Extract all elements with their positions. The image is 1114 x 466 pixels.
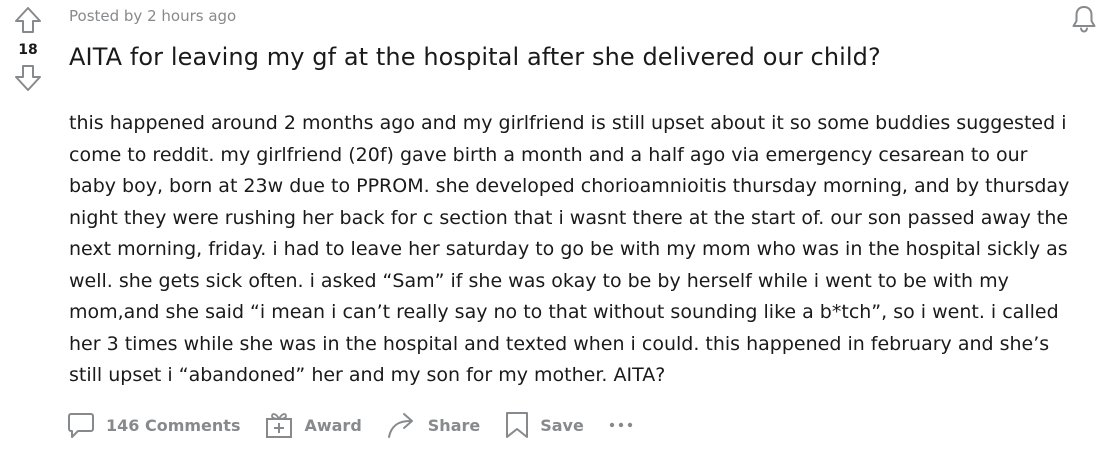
vote-score: 18 <box>18 42 38 58</box>
post-title[interactable]: AITA for leaving my gf at the hospital a… <box>69 41 1074 73</box>
gift-icon <box>264 410 294 440</box>
comments-label: 146 Comments <box>106 415 241 435</box>
arrow-up-outline-icon <box>15 7 41 33</box>
notification-bell-button[interactable] <box>1068 4 1100 34</box>
comment-bubble-icon <box>66 410 96 440</box>
arrow-down-outline-icon <box>15 65 41 91</box>
more-dots-icon <box>609 422 633 428</box>
share-button[interactable]: Share <box>386 410 480 440</box>
share-label: Share <box>427 415 481 435</box>
save-label: Save <box>540 415 584 435</box>
comments-button[interactable]: 146 Comments <box>66 410 240 440</box>
post-body: this happened around 2 months ago and my… <box>69 112 1070 386</box>
post: Posted by 2 hours ago AITA for leaving m… <box>69 0 1074 392</box>
upvote-button[interactable] <box>12 4 44 36</box>
vote-column: 18 <box>0 0 56 94</box>
award-label: Award <box>304 415 362 435</box>
post-actions: 146 Comments Award Share Save <box>66 404 634 446</box>
bookmark-icon <box>504 410 530 440</box>
share-arrow-icon <box>386 410 418 440</box>
post-meta: Posted by 2 hours ago <box>69 7 237 25</box>
more-options-button[interactable] <box>608 420 634 430</box>
award-button[interactable]: Award <box>264 410 362 440</box>
save-button[interactable]: Save <box>504 410 584 440</box>
bell-icon <box>1072 6 1096 33</box>
downvote-button[interactable] <box>12 62 44 94</box>
